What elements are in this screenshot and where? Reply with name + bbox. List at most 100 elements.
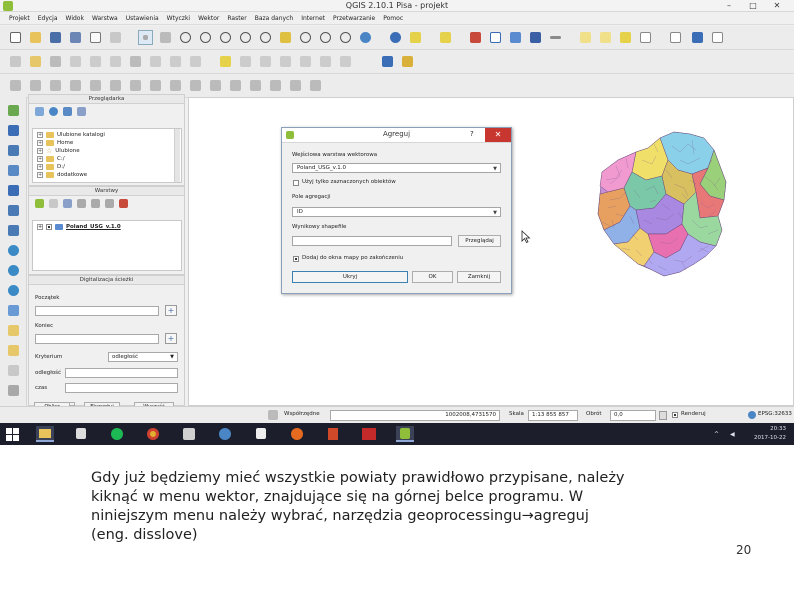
add-part-icon[interactable]	[108, 78, 123, 93]
manage-visibility-icon[interactable]	[63, 199, 72, 208]
tree-item[interactable]: + dodatkowe	[37, 171, 87, 179]
add-to-map-checkbox[interactable]	[293, 256, 299, 262]
end-pick-button[interactable]: +	[165, 333, 177, 344]
add-vector-layer-icon[interactable]	[6, 103, 21, 118]
rotation-spinner[interactable]	[659, 411, 667, 420]
add-delimited-text-icon[interactable]	[6, 303, 21, 318]
composer-manager-icon[interactable]	[108, 30, 123, 45]
add-raster-layer-icon[interactable]	[6, 123, 21, 138]
collapse-all-icon[interactable]	[77, 107, 86, 116]
current-edits-icon[interactable]	[8, 54, 23, 69]
coordinate-toggle-icon[interactable]	[268, 410, 278, 420]
delete-part-icon[interactable]	[168, 78, 183, 93]
new-project-icon[interactable]	[8, 30, 23, 45]
inkscape-icon[interactable]	[252, 426, 270, 442]
add-db2-layer-icon[interactable]	[6, 223, 21, 238]
windows-start-icon[interactable]	[6, 428, 19, 441]
show-bookmarks-icon[interactable]	[618, 30, 633, 45]
browser-scrollbar[interactable]	[174, 129, 180, 182]
file-explorer-icon[interactable]	[36, 426, 54, 442]
add-mssql-layer-icon[interactable]	[6, 183, 21, 198]
layer-labeling-icon[interactable]	[238, 54, 253, 69]
filter-legend-icon[interactable]	[77, 199, 86, 208]
node-tool-icon[interactable]	[108, 54, 123, 69]
rotation-field[interactable]: 0,0	[610, 410, 656, 421]
chrome-icon[interactable]	[144, 426, 162, 442]
qgis-taskbar-icon[interactable]	[396, 426, 414, 442]
add-virtual-layer-icon[interactable]	[6, 383, 21, 398]
new-bookmark-icon[interactable]	[598, 30, 613, 45]
pan-to-selection-icon[interactable]	[158, 30, 173, 45]
paste-features-icon[interactable]	[188, 54, 203, 69]
zoom-native-icon[interactable]	[278, 30, 293, 45]
gimp-icon[interactable]	[72, 426, 90, 442]
firefox-icon[interactable]	[288, 426, 306, 442]
add-feature-icon[interactable]	[68, 54, 83, 69]
measure-icon[interactable]	[548, 30, 563, 45]
cut-features-icon[interactable]	[148, 54, 163, 69]
show-hide-labels-icon[interactable]	[278, 54, 293, 69]
menu-edycja[interactable]: Edycja	[34, 12, 62, 24]
redo-icon[interactable]	[28, 78, 43, 93]
menu-raster[interactable]: Raster	[223, 12, 250, 24]
tree-item[interactable]: + ☆ Ulubione	[37, 147, 80, 155]
menu-przetwarzanie[interactable]: Przetwarzanie	[329, 12, 379, 24]
zoom-layer-icon[interactable]	[258, 30, 273, 45]
office-icon[interactable]	[324, 426, 342, 442]
delete-selected-icon[interactable]	[128, 54, 143, 69]
zoom-last-icon[interactable]	[298, 30, 313, 45]
maximize-button[interactable]: □	[744, 0, 762, 12]
volume-icon[interactable]: ◀	[730, 431, 735, 438]
clock-time[interactable]: 20:33	[746, 426, 786, 433]
split-parts-icon[interactable]	[248, 78, 263, 93]
identify-icon[interactable]	[388, 30, 403, 45]
add-wms-layer-icon[interactable]	[6, 243, 21, 258]
offset-curve-icon[interactable]	[208, 78, 223, 93]
zoom-next-icon[interactable]	[318, 30, 333, 45]
ok-button[interactable]: OK	[412, 271, 453, 283]
attribute-table-icon[interactable]	[488, 30, 503, 45]
menu-projekt[interactable]: Projekt	[5, 12, 34, 24]
add-spatialite-layer-icon[interactable]	[6, 163, 21, 178]
menu-wektor[interactable]: Wektor	[194, 12, 223, 24]
dissolve-field-select[interactable]: ID ▼	[292, 207, 501, 217]
menu-internet[interactable]: Internet	[297, 12, 329, 24]
move-label-icon[interactable]	[298, 54, 313, 69]
poland-counties-map[interactable]	[596, 130, 728, 278]
new-spatialite-icon[interactable]	[6, 343, 21, 358]
layer-visibility-checkbox[interactable]	[46, 224, 52, 230]
dialog-help-button[interactable]: ?	[470, 130, 474, 138]
menu-widok[interactable]: Widok	[62, 12, 88, 24]
fill-ring-icon[interactable]	[128, 78, 143, 93]
clock-date[interactable]: 2017-10-22	[740, 435, 786, 442]
toggle-editing-icon[interactable]	[28, 54, 43, 69]
filter-browser-icon[interactable]	[63, 107, 72, 116]
map-tips-icon[interactable]	[578, 30, 593, 45]
whats-this-icon[interactable]	[710, 30, 725, 45]
select-by-expression-icon[interactable]	[438, 30, 453, 45]
menu-baza-danych[interactable]: Baza danych	[251, 12, 297, 24]
layer-item[interactable]: + Poland_USG_v.1.0	[37, 223, 121, 231]
tray-arrow-icon[interactable]: ^	[714, 431, 719, 438]
save-edits-icon[interactable]	[48, 54, 63, 69]
crs-label[interactable]: EPSG:32633	[758, 411, 792, 417]
dialog-close-button[interactable]: ✕	[485, 128, 511, 142]
text-annotation-icon[interactable]	[668, 30, 683, 45]
add-wcs-layer-icon[interactable]	[6, 263, 21, 278]
save-project-icon[interactable]	[48, 30, 63, 45]
render-checkbox[interactable]	[672, 412, 678, 418]
close-window-button[interactable]: ✕	[768, 0, 786, 12]
delete-ring-icon[interactable]	[148, 78, 163, 93]
select-features-icon[interactable]	[408, 30, 423, 45]
zoom-out-icon[interactable]	[198, 30, 213, 45]
spotify-icon[interactable]	[108, 426, 126, 442]
end-field[interactable]	[35, 334, 159, 344]
rotate-point-symbols-icon[interactable]	[308, 78, 323, 93]
merge-features-icon[interactable]	[268, 78, 283, 93]
rotate-label-icon[interactable]	[318, 54, 333, 69]
zoom-full-icon[interactable]	[218, 30, 233, 45]
collapse-all-layers-icon[interactable]	[105, 199, 114, 208]
new-shapefile-icon[interactable]	[6, 323, 21, 338]
tree-item[interactable]: + Home	[37, 139, 73, 147]
open-project-icon[interactable]	[28, 30, 43, 45]
